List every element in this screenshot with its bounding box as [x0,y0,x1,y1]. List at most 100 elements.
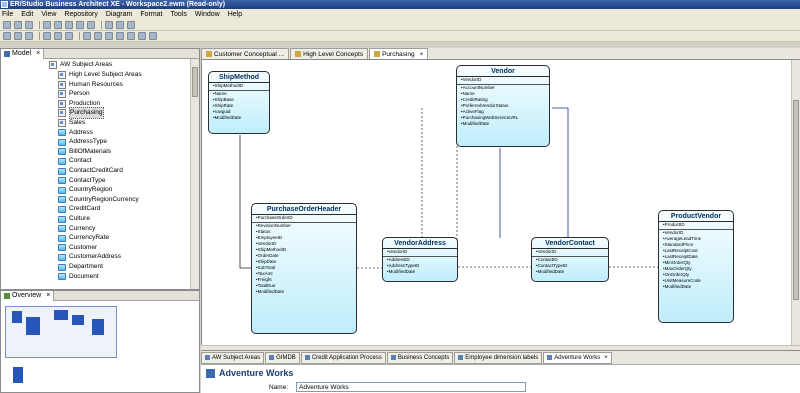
cut-icon[interactable] [43,21,51,29]
fit-icon[interactable] [127,21,135,29]
tab-label: Business Concepts [397,354,450,361]
entity-vendoraddress[interactable]: VendorAddress VendorID AddressID Address… [382,237,458,282]
bold-icon[interactable] [3,32,11,40]
overview-mini-entity [54,310,68,320]
menu-view[interactable]: View [41,11,56,18]
menu-window[interactable]: Window [195,11,220,18]
tab-customer-conceptual[interactable]: Customer Conceptual ... [201,48,290,59]
menu-diagram[interactable]: Diagram [106,11,132,18]
canvas-scrollbar[interactable] [791,60,800,345]
italic-icon[interactable] [14,32,22,40]
line-color-icon[interactable] [94,32,102,40]
tree-item[interactable]: ContactCreditCard [58,166,123,176]
model-scrollbar[interactable] [190,59,199,289]
tab-credit-application-process[interactable]: Credit Application Process [300,351,386,364]
menu-file[interactable]: File [2,11,13,18]
overview-tab[interactable]: Overview × [1,290,55,301]
zoom-out-icon[interactable] [116,21,124,29]
close-icon[interactable]: × [420,51,424,58]
relationship-tool-icon[interactable] [138,32,146,40]
menu-repository[interactable]: Repository [64,11,97,18]
entity-title: Vendor [457,66,549,77]
tree-item[interactable]: Culture [58,214,90,224]
tree-item[interactable]: Person [58,89,90,99]
tree-item[interactable]: Purchasing [58,107,104,120]
rel-vendor-productvendor[interactable] [552,107,569,238]
zoom-in-icon[interactable] [105,21,113,29]
overview-icon [4,292,10,299]
entity-vendorcontact[interactable]: VendorContact VendorID ContactID Contact… [531,237,609,282]
entity-shipmethod[interactable]: ShipMethod ShipMethodID Name ShipBase Sh… [208,71,270,134]
redo-icon[interactable] [87,21,95,29]
tree-item[interactable]: CountryRegionCurrency [58,195,139,205]
align-left-icon[interactable] [43,32,51,40]
tree-item-label: Sales [69,119,86,126]
copy-icon[interactable] [54,21,62,29]
tree-item[interactable]: Department [58,262,103,272]
menu-tools[interactable]: Tools [170,11,186,18]
tab-employee-dimension-labels[interactable]: Employee dimension labels [454,351,543,364]
open-icon[interactable] [14,21,22,29]
name-field[interactable]: Adventure Works [296,382,526,392]
close-icon[interactable]: × [36,49,40,59]
tab-adventure-works[interactable]: Adventure Works × [543,351,612,364]
font-color-icon[interactable] [105,32,113,40]
model-icon [390,355,396,360]
entity-tool-icon[interactable] [127,32,135,40]
text-tool-icon[interactable] [149,32,157,40]
scrollbar-thumb[interactable] [793,100,799,300]
entity-title: VendorAddress [383,238,457,249]
tree-item[interactable]: Address [58,128,93,138]
model-tab[interactable]: Model × [1,48,45,59]
app-icon [1,1,8,8]
tree-item[interactable]: Currency [58,224,95,234]
tree-item[interactable]: High Level Subject Areas [58,70,142,80]
entity-attribute: VendorID [457,77,549,85]
close-icon[interactable]: × [604,355,608,361]
tree-item[interactable]: Sales [58,118,85,128]
close-icon[interactable]: × [46,291,50,301]
tree-item[interactable]: CreditCard [58,204,100,214]
tree-item-label: CreditCard [69,205,101,213]
diagram-canvas[interactable]: ShipMethod ShipMethodID Name ShipBase Sh… [201,60,791,345]
entity-icon [58,129,66,137]
tab-purchasing[interactable]: Purchasing × [369,48,429,59]
scrollbar-thumb[interactable] [192,67,198,97]
menu-edit[interactable]: Edit [21,11,33,18]
new-icon[interactable] [3,21,11,29]
overview-viewport[interactable] [5,306,117,358]
tree-item[interactable]: Human Resources [58,80,123,90]
menu-format[interactable]: Format [140,11,162,18]
entity-productvendor[interactable]: ProductVendor ProductID VendorID Average… [658,210,734,323]
tab-gimdb[interactable]: GIMDB [265,351,300,364]
tree-item[interactable]: BillOfMaterials [58,147,111,157]
toolbar-main [0,20,800,31]
tree-item[interactable]: CurrencyRate [58,233,109,243]
tree-item[interactable]: AddressType [58,137,107,147]
tree-item-label: Document [69,272,99,280]
layout-icon[interactable] [116,32,124,40]
model-icon [304,355,310,360]
tree-item[interactable]: CustomerAddress [58,252,121,262]
undo-icon[interactable] [76,21,84,29]
rel-shipmethod-poh[interactable] [239,135,251,269]
save-icon[interactable] [25,21,33,29]
paste-icon[interactable] [65,21,73,29]
tab-business-concepts[interactable]: Business Concepts [386,351,454,364]
tree-root[interactable]: AW Subject Areas [49,60,112,70]
tree-item[interactable]: Document [58,272,99,282]
entity-purchaseorderheader[interactable]: PurchaseOrderHeader PurchaseOrderID Revi… [251,203,357,334]
tree-item[interactable]: CountryRegion [58,185,112,195]
entity-vendor[interactable]: Vendor VendorID AccountNumber Name Credi… [456,65,550,147]
tree-item[interactable]: Contact [58,156,91,166]
menu-help[interactable]: Help [228,11,242,18]
align-right-icon[interactable] [65,32,73,40]
tree-item[interactable]: ContactType [58,176,106,186]
fill-color-icon[interactable] [83,32,91,40]
tab-aw-subject-areas[interactable]: AW Subject Areas [201,351,265,364]
align-center-icon[interactable] [54,32,62,40]
model-icon [269,355,275,360]
tab-high-level-concepts[interactable]: High Level Concepts [290,48,369,59]
underline-icon[interactable] [25,32,33,40]
tree-item[interactable]: Customer [58,243,97,253]
